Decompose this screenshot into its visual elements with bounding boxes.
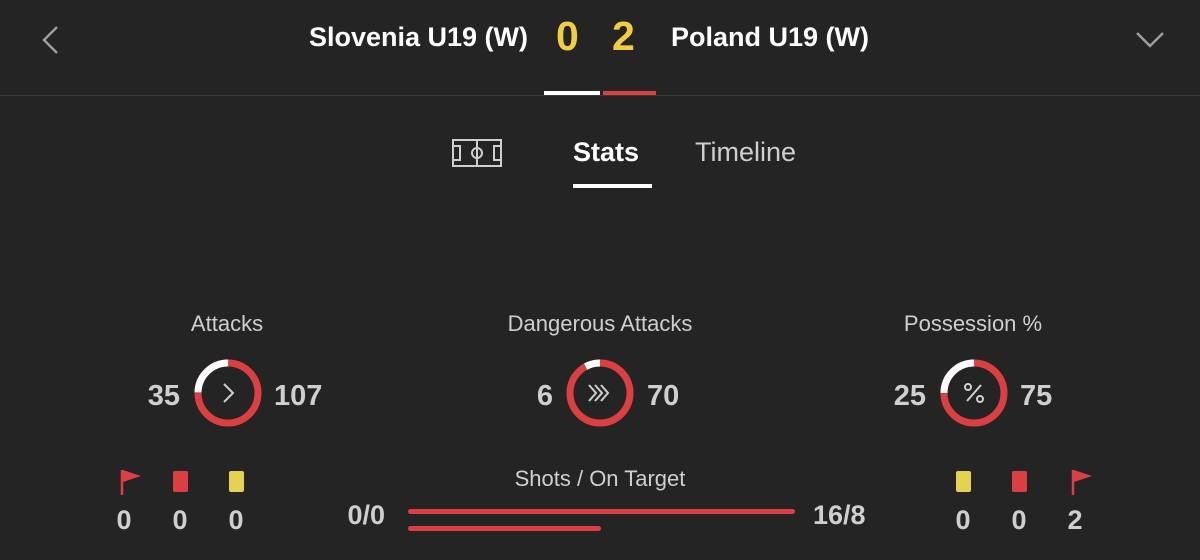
red-card-icon xyxy=(1012,471,1027,492)
away-red-cards-count: 0 xyxy=(1011,505,1027,535)
yellow-card-icon xyxy=(956,471,971,492)
back-button[interactable] xyxy=(30,20,74,60)
red-card-icon xyxy=(173,471,188,492)
attacks-title: Attacks xyxy=(190,311,264,336)
active-tab-underline xyxy=(573,184,652,188)
percent-icon xyxy=(964,383,984,403)
tab-timeline[interactable]: Timeline xyxy=(695,137,796,168)
pitch-icon xyxy=(452,139,502,167)
chevron-left-icon xyxy=(42,26,58,54)
away-team-name: Poland U19 (W) xyxy=(671,22,870,52)
match-header: Slovenia U19 (W) 0 2 Poland U19 (W) xyxy=(0,0,1200,95)
corner-flag-icon xyxy=(1071,470,1092,495)
away-score: 2 xyxy=(612,13,635,59)
double-chevron-icon xyxy=(588,384,610,402)
home-shots-value: 0/0 xyxy=(347,500,385,530)
attacks-home-value: 35 xyxy=(147,380,180,412)
home-team-name: Slovenia U19 (W) xyxy=(308,22,528,52)
shots-on-target-bar xyxy=(408,526,601,531)
dangerous-attacks-home-share xyxy=(566,359,634,427)
possession-home-value: 25 xyxy=(893,380,926,412)
home-score: 0 xyxy=(556,13,579,59)
home-team-indicator xyxy=(544,91,600,95)
chevron-down-icon xyxy=(1136,32,1164,48)
attacks-away-value: 107 xyxy=(274,380,323,412)
attacks-donut xyxy=(194,359,262,427)
possession-donut xyxy=(940,359,1008,427)
dangerous-attacks-home-value: 6 xyxy=(536,380,553,412)
home-yellow-cards-count: 0 xyxy=(228,505,244,535)
dangerous-attacks-title: Dangerous Attacks xyxy=(507,311,693,336)
tab-pitch[interactable] xyxy=(451,138,503,168)
home-corners-count: 0 xyxy=(116,505,132,535)
header-divider xyxy=(0,95,1200,96)
chevron-right-icon xyxy=(223,383,235,403)
shots-title: Shots / On Target xyxy=(514,466,686,491)
yellow-card-icon xyxy=(229,471,244,492)
corner-flag-icon xyxy=(120,470,141,495)
dangerous-attacks-donut xyxy=(566,359,634,427)
tab-stats[interactable]: Stats xyxy=(573,137,639,168)
home-red-cards-count: 0 xyxy=(172,505,188,535)
shots-bar xyxy=(408,509,795,514)
dangerous-attacks-away-value: 70 xyxy=(647,380,680,412)
possession-title: Possession % xyxy=(903,311,1043,336)
possession-away-value: 75 xyxy=(1020,380,1053,412)
expand-button[interactable] xyxy=(1128,20,1172,60)
away-yellow-cards-count: 0 xyxy=(955,505,971,535)
away-team-indicator xyxy=(603,91,656,95)
away-corners-count: 2 xyxy=(1067,505,1083,535)
away-shots-value: 16/8 xyxy=(813,500,866,530)
